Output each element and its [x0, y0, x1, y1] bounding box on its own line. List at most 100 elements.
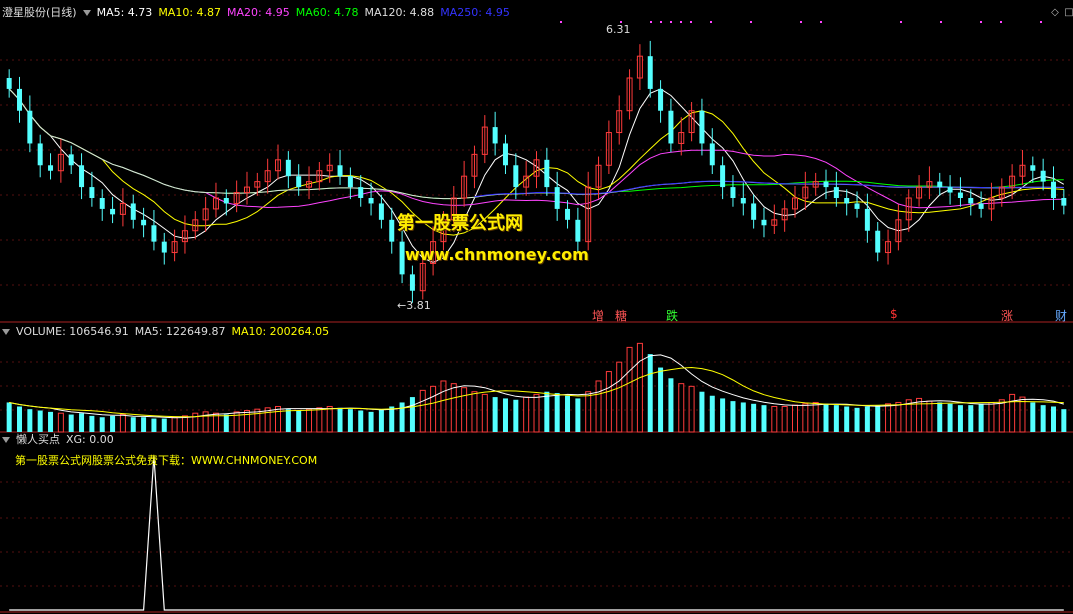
stock-chart-window: 澄星股份(日线) MA5: 4.73 MA10: 4.87 MA20: 4.95 MA6… [0, 0, 1073, 614]
volume-bar [79, 413, 85, 432]
candle-body [285, 159, 291, 177]
ma-legend-item: MA10: 4.87 [158, 6, 222, 19]
candle-body [554, 187, 560, 209]
volume-bar [926, 400, 933, 433]
volume-bar [389, 406, 395, 432]
volume-bar [68, 414, 74, 432]
volume-bar [99, 417, 105, 432]
candle-body [720, 165, 726, 188]
volume-header: VOLUME: 106546.91 MA5: 122649.87 MA10: 200… [2, 325, 335, 339]
volume-bar [616, 361, 623, 433]
volume-bar [895, 401, 902, 433]
volume-ma-line-5 [9, 354, 1064, 419]
candle-body [1050, 181, 1056, 198]
candle-body [37, 143, 43, 166]
volume-bar [605, 371, 612, 433]
event-dot [670, 21, 672, 23]
event-marker[interactable]: 财 [1055, 307, 1067, 324]
event-dot [1000, 21, 1002, 23]
candle-body [110, 208, 116, 215]
candle-body [978, 203, 984, 209]
volume-bar [1019, 396, 1026, 433]
candle-body [875, 230, 881, 253]
volume-ma-line-10 [9, 366, 1064, 418]
volume-bar [751, 403, 757, 432]
volume-bar [130, 417, 136, 432]
candle-body [864, 208, 870, 231]
volume-bar [988, 401, 995, 433]
close-icon[interactable]: □ [1064, 8, 1073, 18]
candle-body [740, 198, 746, 204]
candle-body [854, 203, 860, 209]
chart-canvas[interactable] [0, 0, 1073, 614]
candle-body [937, 181, 943, 188]
volume-bar [968, 405, 974, 432]
event-marker[interactable]: 涨 [1001, 307, 1013, 324]
candle-body [337, 165, 343, 177]
volume-bar [254, 408, 261, 433]
volume-bar [296, 410, 302, 432]
event-dot [680, 21, 682, 23]
event-text: 涨 [1001, 309, 1014, 323]
volume-bar [875, 405, 881, 432]
event-dot [750, 21, 752, 23]
candle-body [368, 198, 374, 204]
event-marker[interactable]: 糖 [615, 307, 627, 324]
volume-bar [699, 391, 705, 432]
volume-bar [450, 383, 457, 433]
volume-bar [141, 417, 147, 432]
candle-body [544, 159, 550, 188]
volume-bar [864, 406, 870, 432]
indicator-dropdown-icon[interactable] [2, 437, 10, 443]
volume-dropdown-icon[interactable] [2, 329, 10, 335]
volume-bar [1030, 402, 1036, 432]
price-header: 澄星股份(日线) MA5: 4.73 MA10: 4.87 MA20: 4.95 MA6… [2, 6, 522, 20]
event-dot [690, 21, 692, 23]
event-marker[interactable]: $ [890, 307, 898, 321]
candle-body [833, 187, 839, 198]
volume-bar [647, 354, 653, 432]
volume-bar [316, 407, 323, 433]
candle-body [668, 110, 674, 144]
event-marker[interactable]: 跌 [666, 307, 678, 324]
collapse-icon[interactable]: ◇ [1050, 8, 1060, 18]
ma-legend-item: MA5: 4.73 [96, 6, 153, 19]
watermark-url: www.chnmoney.com [405, 245, 589, 264]
volume-bar [854, 407, 860, 432]
volume-bar [502, 398, 508, 432]
volume-bar [48, 411, 54, 432]
volume-bar [492, 397, 498, 432]
volume-bar [575, 398, 581, 432]
event-text: 糖 [615, 309, 628, 323]
candle-body [399, 241, 405, 275]
event-marker[interactable]: 增 [592, 307, 604, 324]
volume-bars [6, 342, 1067, 433]
candle-body [502, 143, 508, 166]
volume-bar [544, 391, 550, 432]
volume-bar [471, 391, 478, 433]
volume-bar [27, 409, 33, 432]
candle-body [17, 88, 23, 111]
volume-bar [337, 407, 343, 432]
volume-bar [823, 403, 829, 432]
candle-body [575, 219, 581, 242]
volume-bar [110, 415, 116, 432]
settings-dropdown-icon[interactable] [82, 10, 91, 16]
volume-bar [658, 367, 664, 432]
volume-bar [37, 410, 43, 432]
candle-body [730, 187, 736, 198]
volume-bar [626, 346, 633, 433]
volume-bar [957, 405, 963, 432]
volume-bar [171, 416, 178, 433]
volume-bar [6, 402, 12, 432]
event-text: 跌 [666, 309, 679, 323]
volume-bar [833, 405, 839, 432]
volume-bar [791, 404, 798, 433]
event-dot [820, 21, 822, 23]
candle-body [223, 198, 229, 204]
candle-body [761, 219, 767, 226]
volume-bar [223, 414, 229, 432]
candle-body [647, 56, 653, 89]
event-dot [800, 21, 802, 23]
volume-bar [513, 399, 519, 432]
